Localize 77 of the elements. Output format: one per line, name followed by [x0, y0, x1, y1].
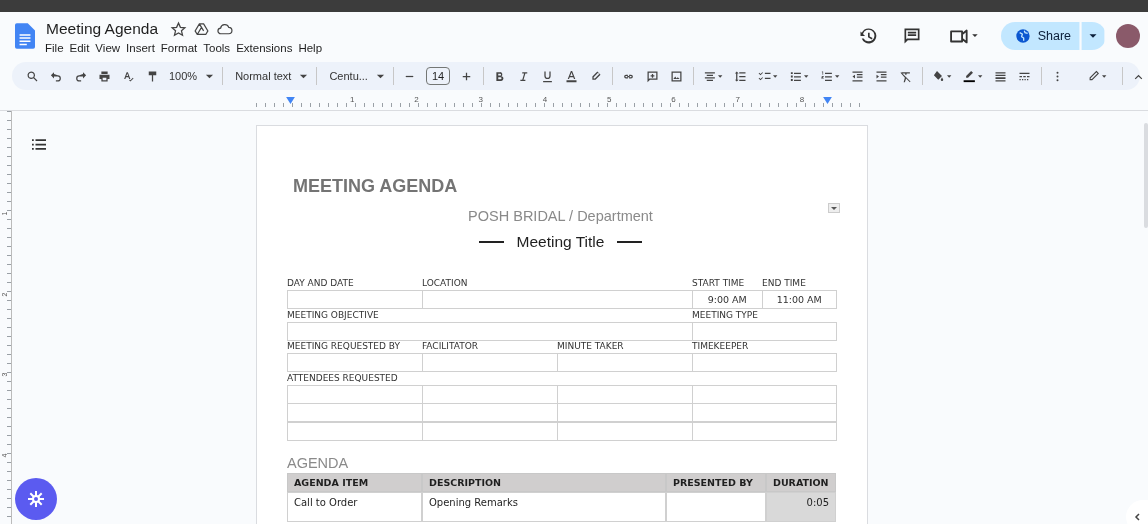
field-label: ATTENDEES REQUESTED	[287, 371, 399, 385]
globe-icon	[1014, 28, 1031, 44]
table-cell: Call to Order	[287, 492, 422, 522]
department-text: POSH BRIDAL / Department	[468, 208, 653, 224]
form-field[interactable]	[557, 353, 693, 372]
ruler-number: 7	[735, 95, 740, 106]
paragraph-style-dropdown[interactable]: Normal text	[235, 70, 309, 82]
document-title[interactable]: Meeting Agenda	[46, 20, 159, 38]
ruler-number: 3	[478, 95, 483, 106]
avatar[interactable]	[1116, 24, 1140, 48]
fill-color-icon[interactable]	[931, 68, 954, 84]
form-field[interactable]	[557, 421, 693, 441]
agenda-title: AGENDA	[287, 455, 350, 471]
form-field[interactable]: 9:00 AM	[692, 290, 763, 309]
meeting-title: Meeting Title	[516, 233, 605, 251]
border-color-icon[interactable]	[962, 68, 985, 84]
field-label: MINUTE TAKER	[557, 340, 625, 353]
menu-item[interactable]: Edit	[69, 40, 96, 54]
zoom-dropdown[interactable]: 100%	[169, 70, 215, 82]
field-label: MEETING REQUESTED BY	[287, 340, 402, 353]
side-panel-toggle-icon[interactable]	[1126, 500, 1148, 524]
form-field[interactable]	[422, 421, 558, 441]
drive-icon[interactable]	[193, 20, 211, 38]
assistant-button[interactable]	[15, 478, 57, 520]
form-field[interactable]	[692, 384, 837, 404]
form-field[interactable]	[692, 321, 837, 341]
form-field[interactable]	[692, 403, 837, 422]
field-label: FACILITATOR	[422, 340, 480, 353]
menu-item[interactable]: Help	[298, 40, 329, 54]
form-field[interactable]	[287, 321, 693, 341]
field-label: TIMEKEEPER	[692, 340, 750, 353]
ruler-number: 5	[606, 95, 612, 106]
comment-icon[interactable]	[901, 26, 922, 46]
field-label: END TIME	[762, 277, 807, 290]
ruler-number: 4	[542, 95, 548, 106]
field-label: LOCATION	[422, 277, 469, 290]
form-field[interactable]	[422, 290, 693, 309]
outline-list-icon[interactable]	[32, 139, 46, 150]
field-label: DAY AND DATE	[287, 277, 355, 290]
form-field[interactable]	[287, 290, 423, 309]
menu-item[interactable]: Extensions	[236, 40, 299, 54]
font-size-field[interactable]: 14	[425, 67, 451, 85]
column-header: PRESENTED BY	[666, 473, 766, 492]
menu-item[interactable]: Format	[160, 40, 204, 54]
form-field[interactable]	[692, 421, 837, 441]
ruler-number: 8	[799, 95, 805, 106]
menu-item[interactable]: View	[95, 40, 127, 54]
form-field[interactable]	[287, 421, 423, 441]
field-label: MEETING TYPE	[692, 308, 759, 322]
indent-marker-icon[interactable]	[823, 97, 832, 104]
text-color-icon[interactable]	[564, 68, 580, 84]
field-label: MEETING OBJECTIVE	[287, 308, 380, 322]
column-header: DURATION	[766, 473, 836, 492]
form-field[interactable]: 11:00 AM	[762, 290, 837, 309]
form-field[interactable]	[287, 403, 423, 422]
column-header: DESCRIPTION	[422, 473, 666, 492]
form-field[interactable]	[287, 353, 423, 372]
ruler-number: 2	[414, 95, 419, 106]
indent-marker-icon[interactable]	[286, 97, 295, 104]
document-logo-icon[interactable]	[15, 23, 35, 49]
menu-item[interactable]: File	[45, 40, 70, 54]
dropdown-icon[interactable]	[828, 203, 840, 213]
table-cell: Opening Remarks	[422, 492, 666, 522]
form-field[interactable]	[287, 384, 423, 404]
ruler-number: 1	[349, 95, 355, 106]
share-button[interactable]: Share	[1000, 22, 1079, 50]
menu-item[interactable]: Tools	[203, 40, 237, 54]
field-label: START TIME	[692, 277, 746, 290]
column-header: AGENDA ITEM	[287, 473, 422, 492]
form-field[interactable]	[692, 353, 837, 372]
ruler-number: 6	[671, 95, 676, 106]
menu-item[interactable]: Insert	[126, 40, 161, 54]
form-field[interactable]	[422, 353, 558, 372]
table-cell: 0:05	[766, 492, 836, 522]
font-dropdown[interactable]: Centu...	[329, 70, 385, 82]
document-heading: MEETING AGENDA	[293, 176, 459, 197]
star-icon[interactable]	[170, 20, 188, 38]
